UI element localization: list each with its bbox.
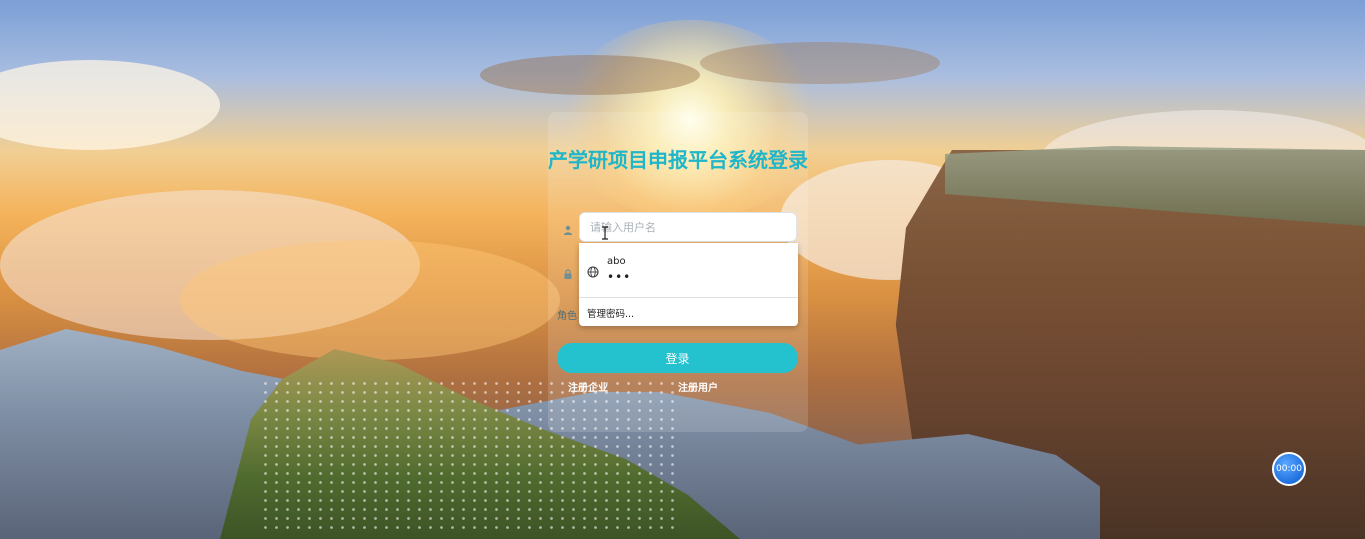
cloud bbox=[700, 42, 940, 84]
manage-passwords-link[interactable]: 管理密码... bbox=[587, 306, 634, 320]
login-button[interactable]: 登录 bbox=[557, 343, 798, 373]
saved-credential-item[interactable]: abo ••• bbox=[579, 243, 798, 297]
globe-icon bbox=[587, 263, 599, 278]
divider bbox=[579, 297, 798, 298]
register-user-link[interactable]: 注册用户 bbox=[678, 379, 718, 394]
page-title: 产学研项目申报平台系统登录 bbox=[548, 148, 808, 172]
lock-icon bbox=[562, 265, 574, 279]
cloud bbox=[180, 240, 560, 360]
register-company-link[interactable]: 注册企业 bbox=[568, 379, 608, 394]
user-icon bbox=[562, 221, 574, 235]
username-input[interactable] bbox=[579, 212, 797, 242]
saved-password: ••• bbox=[607, 270, 632, 284]
text-cursor-icon bbox=[601, 225, 609, 240]
timer-badge[interactable]: 00:00 bbox=[1272, 452, 1306, 486]
autofill-dropdown: abo ••• 管理密码... bbox=[579, 243, 798, 326]
saved-username: abo bbox=[607, 256, 626, 267]
role-label: 角色 bbox=[557, 311, 577, 322]
cloud bbox=[480, 55, 700, 95]
